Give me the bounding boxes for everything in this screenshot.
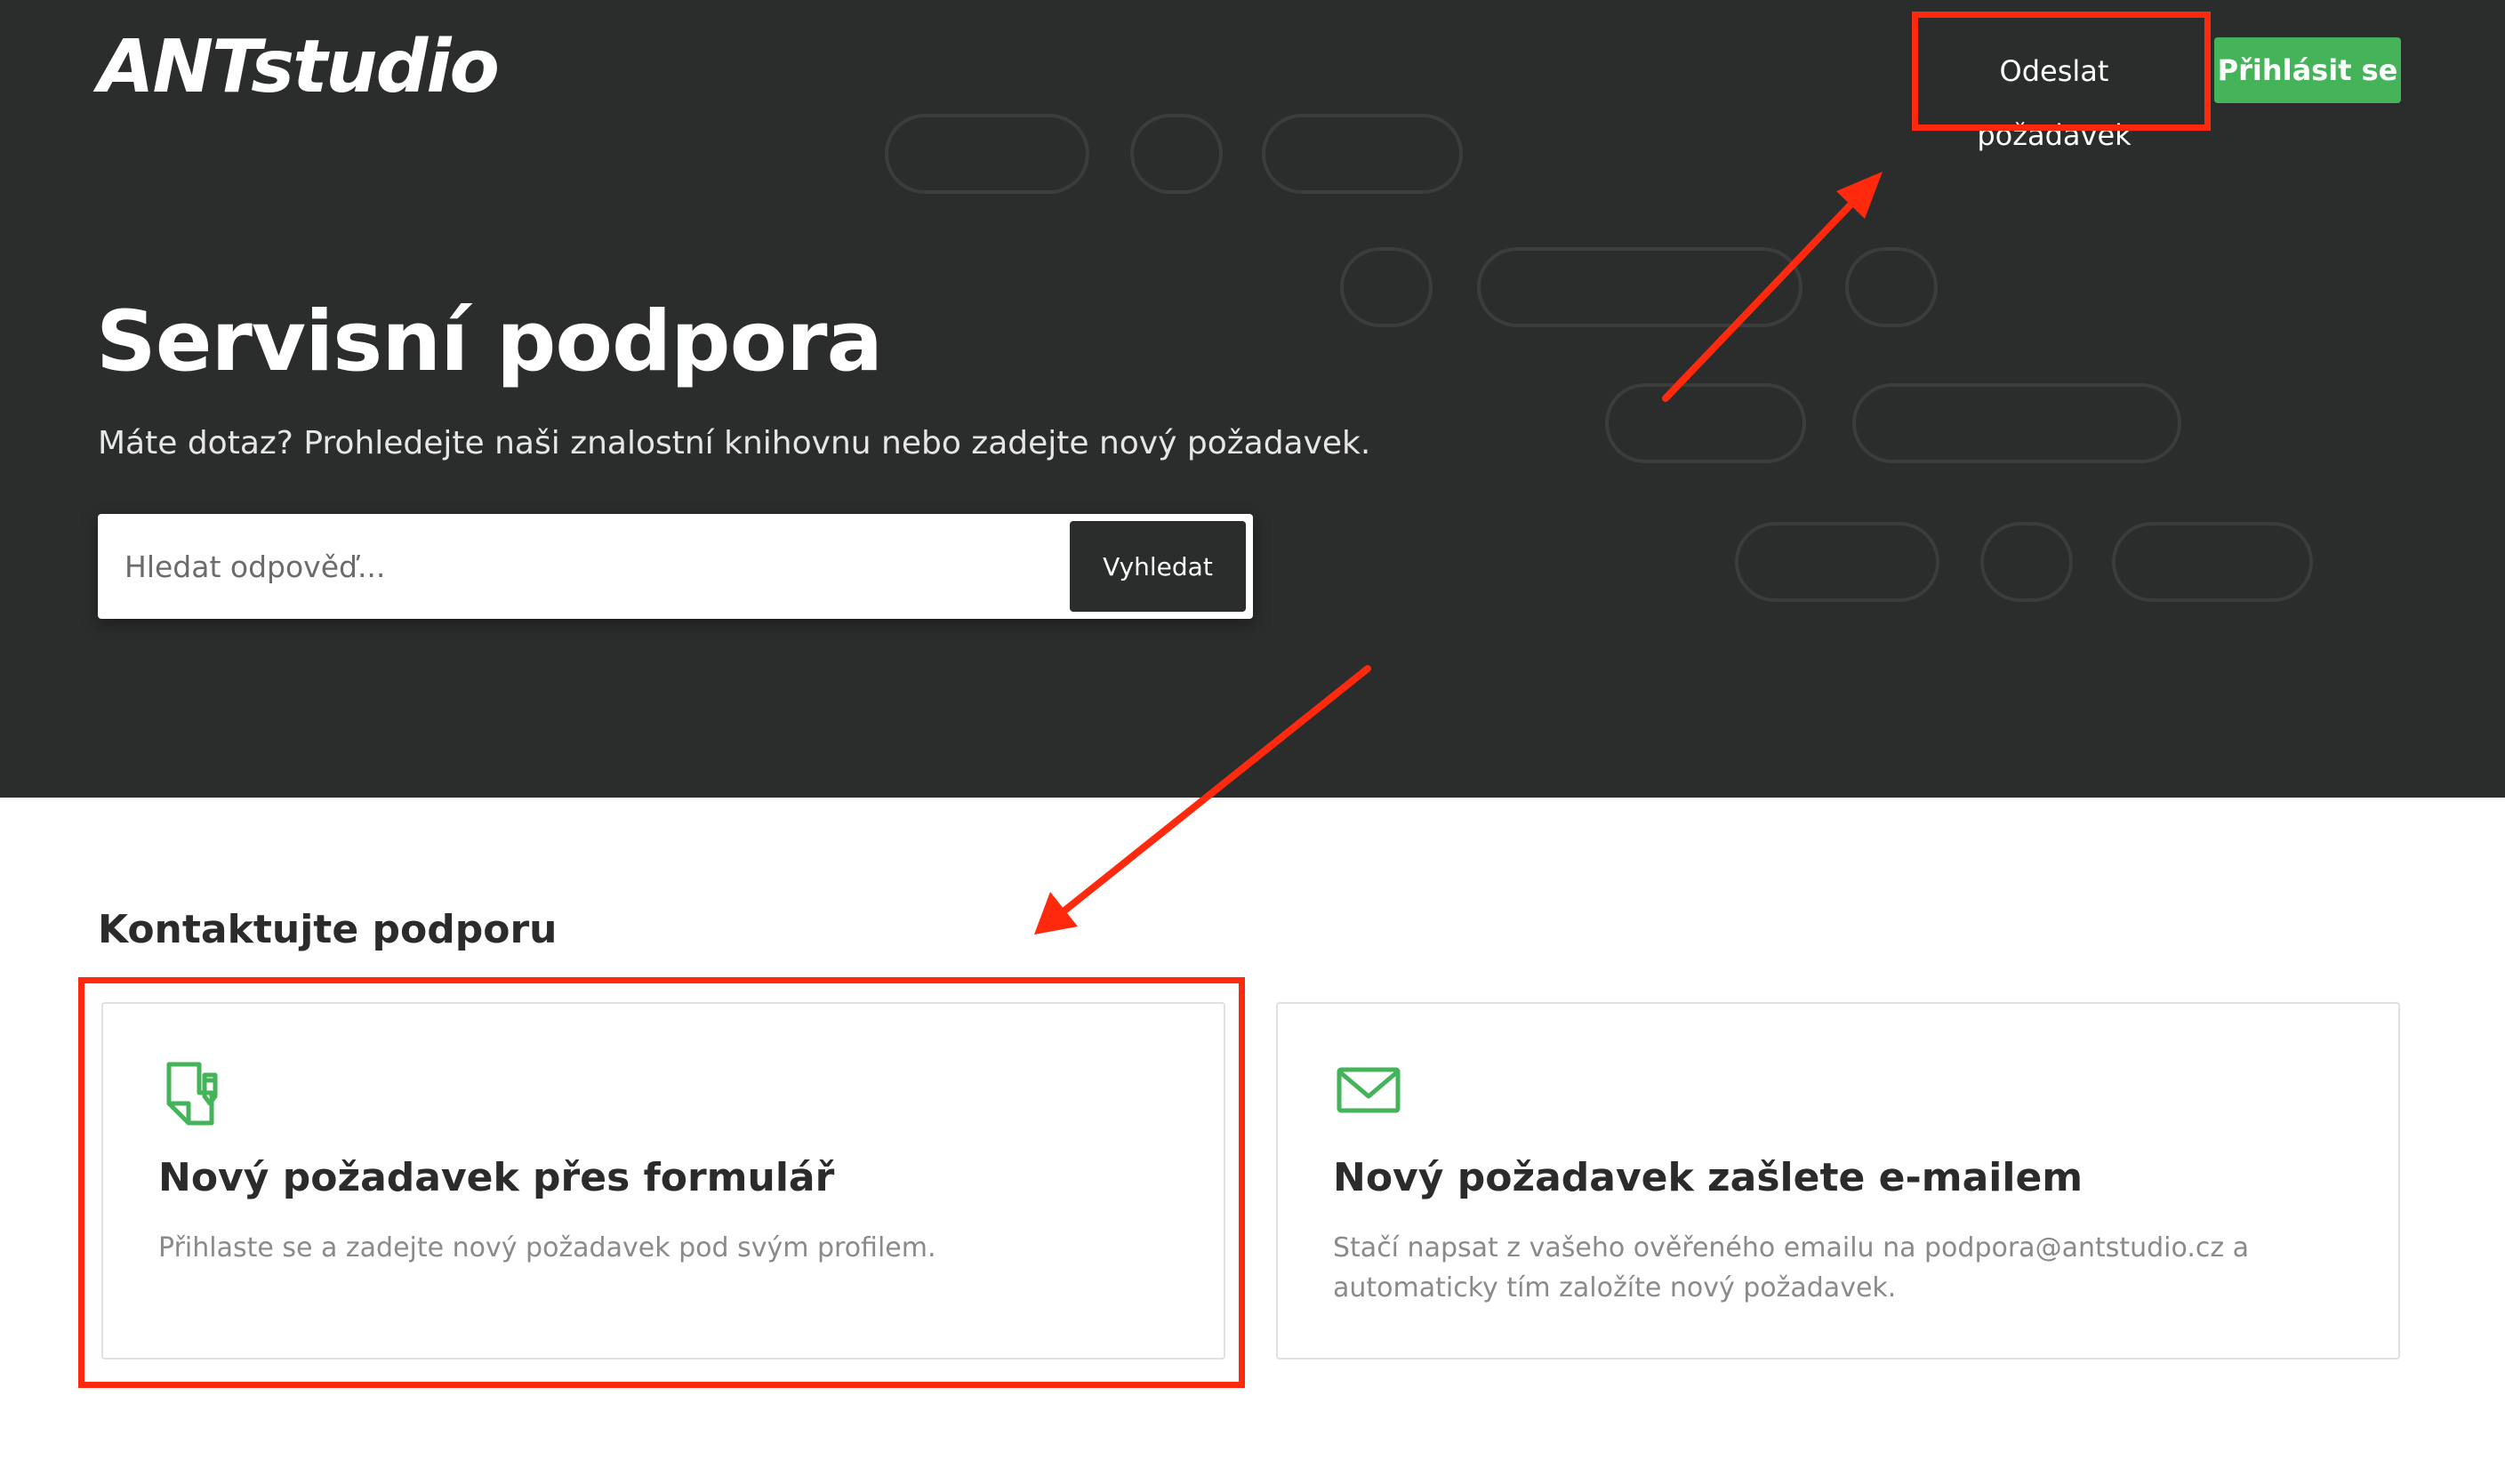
page: ANTstudio Odeslat požadavek Přihlásit se… <box>0 0 2505 1484</box>
form-request-card[interactable]: Nový požadavek přes formulář Přihlaste s… <box>101 1002 1225 1360</box>
search-button[interactable]: Vyhledat <box>1070 521 1246 612</box>
card-description: Stačí napsat z vašeho ověřeného emailu n… <box>1333 1232 2250 1304</box>
search-bar: Vyhledat <box>98 514 1253 619</box>
login-button[interactable]: Přihlásit se <box>2214 37 2401 103</box>
envelope-icon <box>1337 1067 1401 1113</box>
contact-section-title: Kontaktujte podporu <box>98 907 558 952</box>
submit-request-link[interactable]: Odeslat požadavek <box>1921 39 2188 152</box>
page-title: Servisní podpora <box>96 293 883 390</box>
card-description: Přihlaste se a zadejte nový požadavek po… <box>158 1232 936 1263</box>
document-form-icon <box>166 1062 218 1126</box>
antstudio-logo[interactable]: ANTstudio <box>98 25 525 109</box>
logo-text: ANTstudio <box>98 25 500 109</box>
annotation-arrowhead <box>1034 892 1078 935</box>
email-request-card[interactable]: Nový požadavek zašlete e-mailem Stačí na… <box>1276 1002 2400 1360</box>
search-input[interactable] <box>98 514 1058 619</box>
card-title: Nový požadavek zašlete e-mailem <box>1333 1155 2083 1200</box>
card-title: Nový požadavek přes formulář <box>158 1155 835 1200</box>
page-subtitle: Máte dotaz? Prohledejte naši znalostní k… <box>98 425 1371 461</box>
hero-section: ANTstudio Odeslat požadavek Přihlásit se… <box>0 0 2505 798</box>
